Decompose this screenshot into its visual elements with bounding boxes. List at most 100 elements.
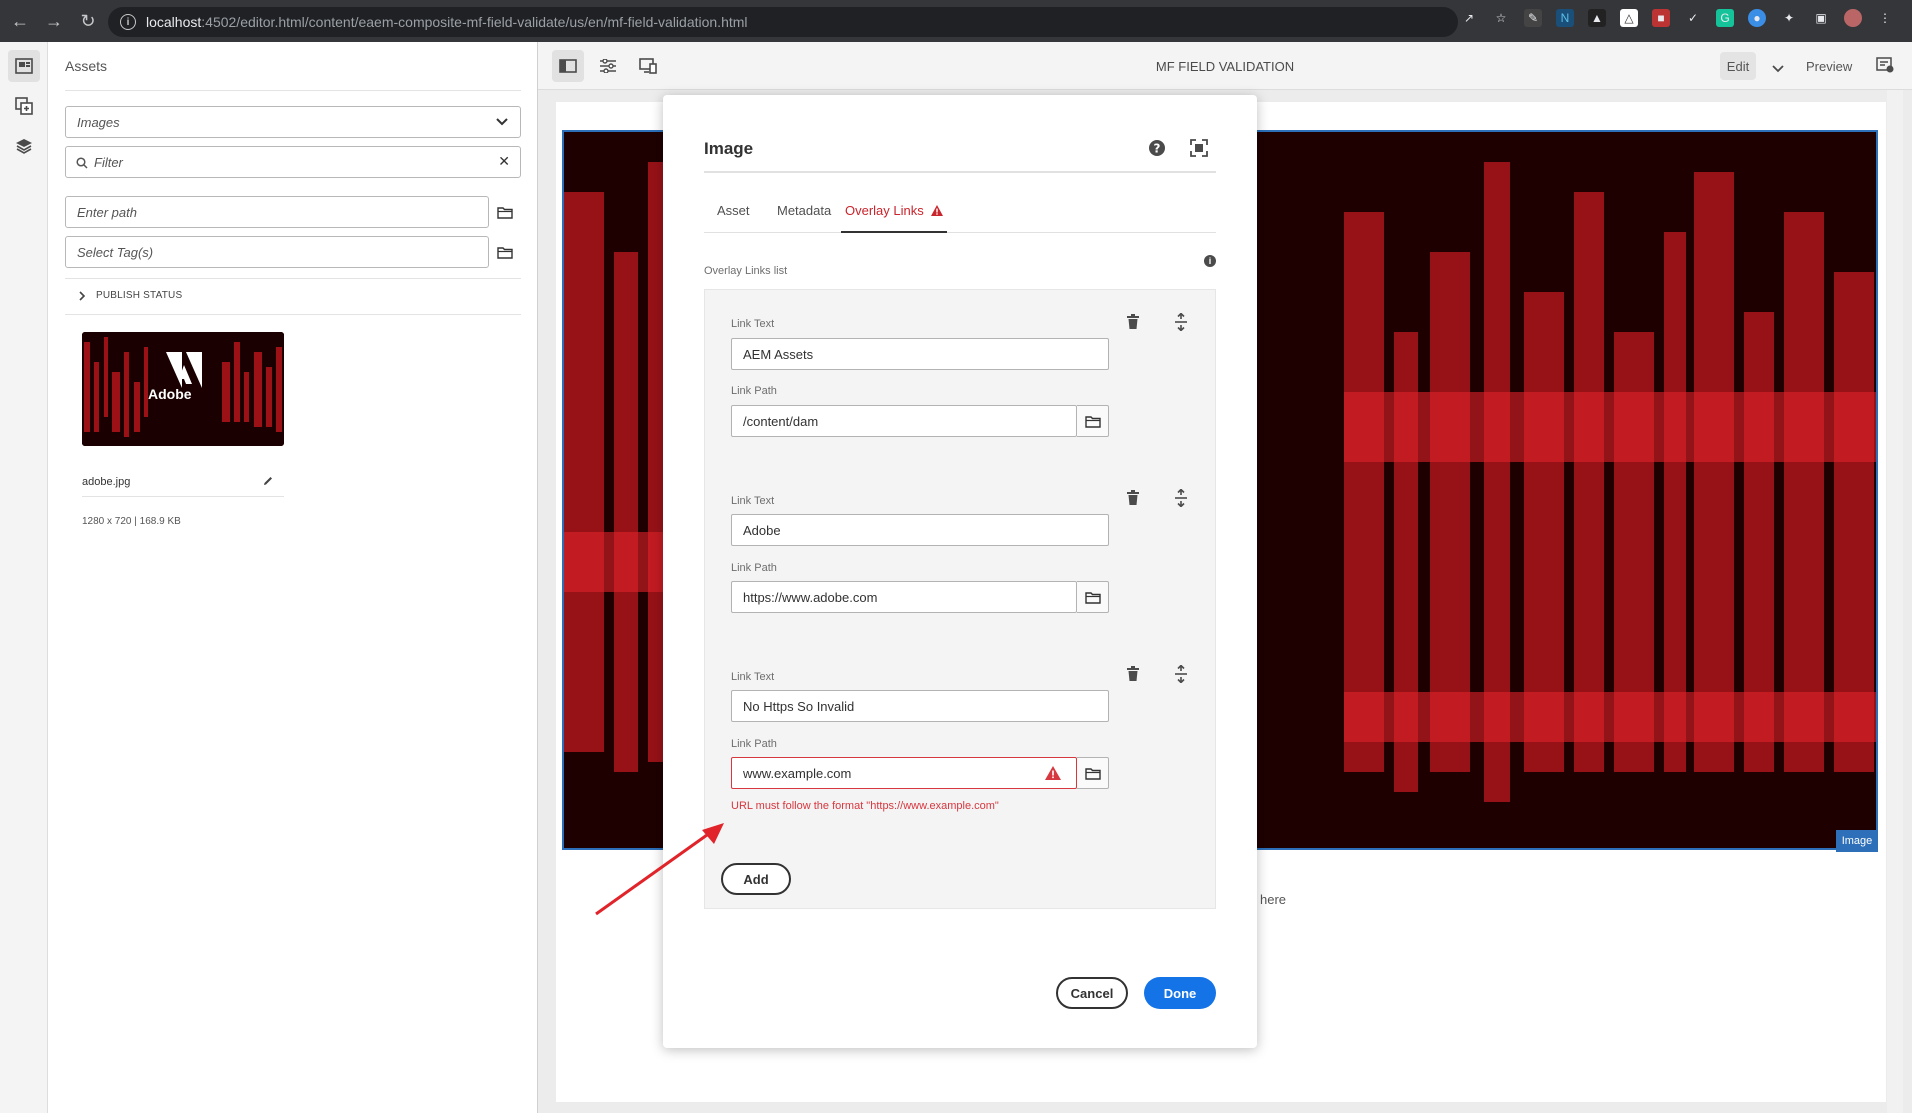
back-icon[interactable]: ←: [6, 7, 34, 35]
chevron-down-icon: [496, 118, 508, 126]
extension-cap-icon[interactable]: ▲: [1588, 9, 1606, 27]
drag-components-here-text: here: [1260, 892, 1287, 907]
browser-menu-icon[interactable]: ⋮: [1876, 9, 1894, 27]
tab-overlay-links[interactable]: Overlay Links: [841, 203, 948, 233]
publish-status-toggle[interactable]: PUBLISH STATUS: [78, 290, 182, 301]
url-host: localhost: [146, 14, 202, 30]
page-title: MF FIELD VALIDATION: [1155, 59, 1295, 74]
validation-alert-icon: [1045, 766, 1061, 780]
extension-pen-icon[interactable]: ✎: [1524, 9, 1542, 27]
filter-input[interactable]: Filter ✕: [65, 146, 521, 178]
fullscreen-icon[interactable]: [1190, 139, 1208, 157]
reorder-item-move-icon[interactable]: [1171, 488, 1191, 508]
annotations-icon[interactable]: [1876, 56, 1894, 79]
assets-finder-icon[interactable]: [8, 50, 40, 82]
assets-side-panel: Assets Images Filter ✕ Enter path Select…: [48, 42, 538, 1113]
info-icon[interactable]: i: [1204, 255, 1216, 267]
components-icon[interactable]: [8, 90, 40, 122]
asset-name: adobe.jpg: [82, 476, 131, 488]
extension-n-icon[interactable]: N: [1556, 9, 1574, 27]
search-icon: [76, 157, 88, 169]
side-panel-title: Assets: [65, 58, 108, 74]
asset-thumbnail[interactable]: Adobe: [82, 332, 284, 446]
tab-metadata[interactable]: Metadata: [777, 203, 831, 233]
dialog-tabs: Asset Metadata Overlay Links: [704, 203, 1216, 233]
link-path-input[interactable]: /content/dam: [731, 405, 1077, 437]
link-text-label: Link Text: [731, 318, 775, 330]
browse-path-folder-icon[interactable]: [489, 196, 521, 228]
left-rail: [0, 42, 48, 1113]
chevron-right-icon: [79, 290, 86, 301]
share-icon[interactable]: ↗: [1460, 9, 1478, 27]
overlay-links-multifield: Link Text AEM Assets Link Path /content/…: [704, 289, 1216, 909]
link-path-input-invalid[interactable]: www.example.com: [731, 757, 1077, 789]
extension-grammarly-icon[interactable]: G: [1716, 9, 1734, 27]
link-path-value: www.example.com: [743, 765, 852, 781]
link-path-error-message: URL must follow the format "https://www.…: [731, 800, 999, 812]
help-icon[interactable]: ?: [1148, 139, 1166, 157]
profile-avatar[interactable]: [1844, 9, 1862, 27]
image-component-label[interactable]: Image: [1836, 830, 1878, 852]
delete-item-trash-icon[interactable]: [1123, 312, 1143, 332]
thumbnail-logo-text: Adobe: [148, 386, 192, 402]
path-placeholder: Enter path: [77, 204, 137, 220]
preview-mode-button[interactable]: Preview: [1806, 59, 1852, 74]
divider: [82, 496, 284, 497]
browse-link-path-folder-icon[interactable]: [1077, 405, 1109, 437]
reorder-item-move-icon[interactable]: [1171, 664, 1191, 684]
site-info-icon[interactable]: i: [120, 14, 136, 30]
browser-toolbar: ← → ↻ i localhost:4502/editor.html/conte…: [0, 0, 1912, 42]
extensions-puzzle-icon[interactable]: ✦: [1780, 9, 1798, 27]
browse-link-path-folder-icon[interactable]: [1077, 757, 1109, 789]
reorder-item-move-icon[interactable]: [1171, 312, 1191, 332]
asset-type-value: Images: [77, 114, 120, 130]
filter-placeholder: Filter: [94, 154, 123, 170]
tab-overlay-links-label: Overlay Links: [845, 203, 924, 218]
add-item-button[interactable]: Add: [721, 863, 791, 895]
path-input[interactable]: Enter path: [65, 196, 489, 228]
link-path-input[interactable]: https://www.adobe.com: [731, 581, 1077, 613]
sidebar-toggle-icon[interactable]: ▣: [1812, 9, 1830, 27]
extension-shield-icon[interactable]: ■: [1652, 9, 1670, 27]
reload-icon[interactable]: ↻: [74, 7, 102, 35]
publish-status-label: PUBLISH STATUS: [96, 290, 183, 301]
link-text-label: Link Text: [731, 671, 775, 683]
divider: [65, 278, 521, 279]
extension-check-icon[interactable]: ✓: [1684, 9, 1702, 27]
delete-item-trash-icon[interactable]: [1123, 488, 1143, 508]
editor-toolbar: MF FIELD VALIDATION Edit Preview: [538, 42, 1912, 90]
tab-alert-icon: [931, 205, 944, 216]
bookmark-star-icon[interactable]: ☆: [1492, 9, 1510, 27]
link-text-label: Link Text: [731, 495, 775, 507]
cancel-button[interactable]: Cancel: [1056, 977, 1128, 1009]
content-tree-layers-icon[interactable]: [8, 130, 40, 162]
red-annotation-arrow-icon: [595, 823, 724, 916]
done-button[interactable]: Done: [1144, 977, 1216, 1009]
browse-link-path-folder-icon[interactable]: [1077, 581, 1109, 613]
overlay-links-list-label: Overlay Links list: [704, 265, 788, 277]
url-path: :4502/editor.html/content/eaem-composite…: [201, 14, 748, 30]
link-text-input[interactable]: No Https So Invalid: [731, 690, 1109, 722]
dialog-title: Image: [704, 139, 754, 158]
mode-chevron-down-icon[interactable]: [1772, 60, 1784, 78]
link-text-input[interactable]: Adobe: [731, 514, 1109, 546]
address-bar[interactable]: i localhost:4502/editor.html/content/eae…: [108, 7, 1458, 37]
forward-icon[interactable]: →: [40, 7, 68, 35]
dialog-header-rule: [704, 171, 1216, 173]
divider: [65, 90, 521, 91]
asset-type-select[interactable]: Images: [65, 106, 521, 138]
asset-dimensions-size: 1280 x 720 | 168.9 KB: [82, 516, 181, 527]
divider: [65, 314, 521, 315]
extension-globe-icon[interactable]: ●: [1748, 9, 1766, 27]
delete-item-trash-icon[interactable]: [1123, 664, 1143, 684]
tags-input[interactable]: Select Tag(s): [65, 236, 489, 268]
tab-asset[interactable]: Asset: [717, 203, 750, 233]
extension-color-icon[interactable]: △: [1620, 9, 1638, 27]
link-path-label: Link Path: [731, 562, 777, 574]
canvas-scrollbar[interactable]: [1887, 90, 1903, 1113]
edit-mode-button[interactable]: Edit: [1720, 52, 1756, 80]
edit-asset-pencil-icon[interactable]: [262, 474, 274, 492]
clear-filter-icon[interactable]: ✕: [498, 153, 510, 170]
link-text-input[interactable]: AEM Assets: [731, 338, 1109, 370]
browse-tags-folder-icon[interactable]: [489, 236, 521, 268]
